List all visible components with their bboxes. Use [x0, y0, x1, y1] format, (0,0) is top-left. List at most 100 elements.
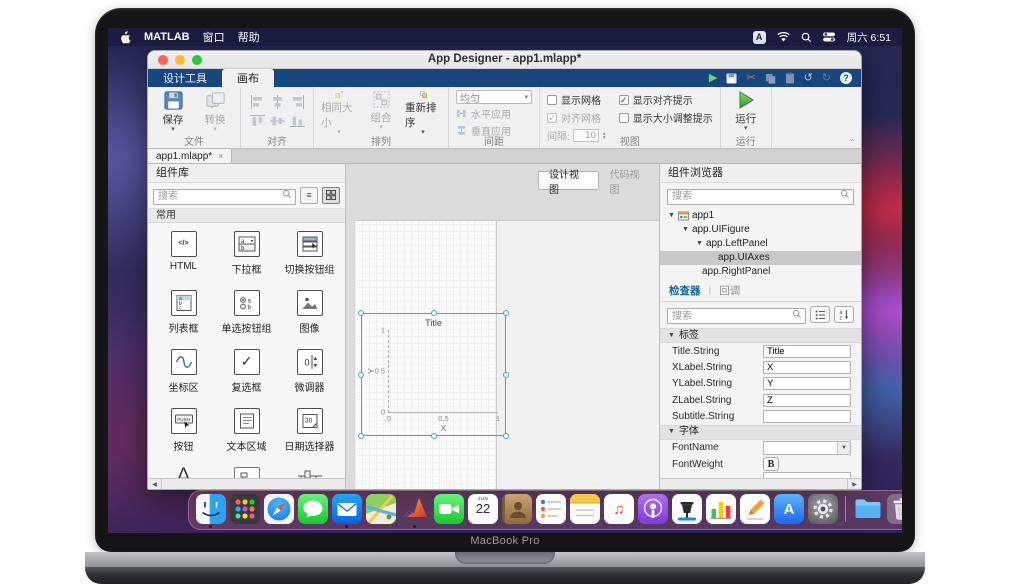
- zoom-window-button[interactable]: [192, 55, 202, 65]
- snap-to-grid-checkbox[interactable]: ✓对齐网格: [547, 110, 607, 125]
- library-section-common[interactable]: 常用: [148, 208, 345, 223]
- dock-item-numbers[interactable]: [706, 494, 736, 528]
- window-titlebar[interactable]: App Designer - app1.mlapp*: [148, 51, 861, 69]
- dock-item-trash[interactable]: [887, 494, 902, 528]
- dock-item-reminders[interactable]: [536, 494, 566, 528]
- same-size-button[interactable]: 相同大小▾: [321, 90, 357, 135]
- doc-tab-app1[interactable]: app1.mlapp* ×: [148, 149, 232, 163]
- align-left-icon[interactable]: [248, 93, 266, 110]
- copy-icon[interactable]: [765, 73, 776, 84]
- show-resizing-hints-checkbox[interactable]: 显示大小调整提示: [619, 110, 713, 125]
- show-grid-checkbox[interactable]: 显示网格: [547, 92, 607, 107]
- list-view-button[interactable]: ≡: [300, 187, 318, 204]
- group-button[interactable]: 组合▾: [363, 90, 399, 135]
- component-togglebuttongroup[interactable]: 切换按钮组: [278, 231, 341, 276]
- browser-search-input[interactable]: [667, 189, 854, 205]
- dock-item-pages[interactable]: [740, 494, 770, 528]
- section-font[interactable]: ▼字体: [660, 425, 861, 440]
- library-hscrollbar[interactable]: ◀: [148, 478, 345, 490]
- dock-item-appstore[interactable]: A: [774, 494, 804, 528]
- tab-inspector[interactable]: 检查器: [669, 283, 701, 298]
- tree-item-leftpanel[interactable]: ▼app.LeftPanel: [660, 237, 861, 251]
- tree-item-uiaxes[interactable]: app.UIAxes: [660, 251, 861, 265]
- ylabel-string-input[interactable]: [763, 377, 851, 390]
- component-image[interactable]: 图像: [278, 290, 341, 335]
- input-method-icon[interactable]: A: [753, 31, 766, 44]
- component-textarea[interactable]: 文本区域: [215, 408, 278, 453]
- dock-item-matlab[interactable]: [400, 494, 430, 528]
- spotlight-search-icon[interactable]: [801, 32, 812, 43]
- uifigure-surface[interactable]: Title 1 0.5 0 0 0.5 1 Y X: [354, 220, 659, 490]
- grid-view-button[interactable]: [322, 187, 340, 204]
- align-top-icon[interactable]: [248, 112, 266, 129]
- dock-item-contacts[interactable]: [502, 494, 532, 528]
- cut-icon[interactable]: ✂: [746, 73, 755, 84]
- sort-az-button[interactable]: az: [834, 306, 854, 323]
- dock-item-podcasts[interactable]: [638, 494, 668, 528]
- reorder-button[interactable]: 重新排序▾: [405, 90, 441, 135]
- dock-item-calendar[interactable]: JUN 22: [468, 494, 498, 528]
- tree-item-app1[interactable]: ▼ app1: [660, 209, 861, 223]
- tab-canvas[interactable]: 画布: [222, 69, 274, 87]
- subtitle-string-input[interactable]: [763, 410, 851, 423]
- menubar-clock[interactable]: 周六 6:51: [847, 30, 891, 45]
- dock-item-keynote[interactable]: [672, 494, 702, 528]
- align-center-icon[interactable]: [268, 93, 286, 110]
- component-html[interactable]: </> HTML: [152, 231, 215, 276]
- component-listbox[interactable]: abc 列表框: [152, 290, 215, 335]
- tree-item-uifigure[interactable]: ▼app.UIFigure: [660, 223, 861, 237]
- component-axes[interactable]: 坐标区: [152, 349, 215, 394]
- apple-logo-icon[interactable]: [119, 30, 131, 44]
- component-datepicker[interactable]: 30 日期选择器: [278, 408, 341, 453]
- apply-horizontally-button[interactable]: 水平应用: [456, 106, 532, 121]
- tree-item-rightpanel[interactable]: app.RightPanel: [660, 265, 861, 279]
- right-panel-design[interactable]: [496, 220, 659, 490]
- component-partial-label[interactable]: Δ: [152, 467, 215, 479]
- align-right-icon[interactable]: [288, 93, 306, 110]
- code-view-button[interactable]: 代码视图: [599, 171, 660, 190]
- close-window-button[interactable]: [158, 55, 168, 65]
- component-spinner[interactable]: 0 微调器: [278, 349, 341, 394]
- bold-button[interactable]: B: [763, 457, 779, 471]
- tab-design-tools[interactable]: 设计工具: [148, 69, 222, 87]
- control-center-icon[interactable]: [823, 32, 836, 42]
- category-view-button[interactable]: [810, 306, 830, 323]
- align-bottom-icon[interactable]: [288, 112, 306, 129]
- show-alignment-hints-checkbox[interactable]: ✓显示对齐提示: [619, 92, 713, 107]
- dock-item-safari[interactable]: [264, 494, 294, 528]
- component-button[interactable]: PUSH 按钮: [152, 408, 215, 453]
- dock-item-mail[interactable]: [332, 494, 362, 528]
- redo-icon[interactable]: ↻: [822, 73, 831, 84]
- zlabel-string-input[interactable]: [763, 394, 851, 407]
- title-string-input[interactable]: [763, 345, 851, 358]
- dock-item-music[interactable]: ♫: [604, 494, 634, 528]
- xlabel-string-input[interactable]: [763, 361, 851, 374]
- help-icon[interactable]: ?: [840, 72, 852, 84]
- dock-item-settings[interactable]: [808, 494, 838, 528]
- browser-hscrollbar[interactable]: ▶: [660, 478, 861, 490]
- collapse-toolstrip-icon[interactable]: ⌃: [849, 138, 856, 147]
- save-button[interactable]: 保存▾: [155, 90, 191, 135]
- dock-item-maps[interactable]: [366, 494, 396, 528]
- tab-callbacks[interactable]: 回调: [719, 283, 740, 298]
- section-labels[interactable]: ▼标签: [660, 328, 861, 343]
- dock-item-facetime[interactable]: [434, 494, 464, 528]
- dock-item-notes[interactable]: [570, 494, 600, 528]
- run-quick-icon[interactable]: ▶: [709, 73, 717, 84]
- save-quick-icon[interactable]: [726, 73, 737, 84]
- component-partial-tree[interactable]: [215, 467, 278, 479]
- run-button[interactable]: 运行▾: [728, 90, 764, 135]
- dock-item-launchpad[interactable]: [230, 494, 260, 528]
- align-middle-icon[interactable]: [268, 112, 286, 129]
- fontname-dropdown[interactable]: ▼: [763, 441, 851, 455]
- close-doc-tab-icon[interactable]: ×: [218, 151, 223, 161]
- menubar-item-window[interactable]: 窗口: [203, 29, 225, 45]
- inspector-search-input[interactable]: [667, 308, 806, 324]
- minimize-window-button[interactable]: [175, 55, 185, 65]
- paste-icon[interactable]: [785, 72, 795, 84]
- library-search-input[interactable]: [153, 189, 296, 205]
- component-partial-slider[interactable]: [278, 467, 341, 479]
- dock-item-finder[interactable]: [196, 494, 226, 528]
- convert-button[interactable]: 转换▾: [197, 90, 233, 135]
- dock-item-messages[interactable]: [298, 494, 328, 528]
